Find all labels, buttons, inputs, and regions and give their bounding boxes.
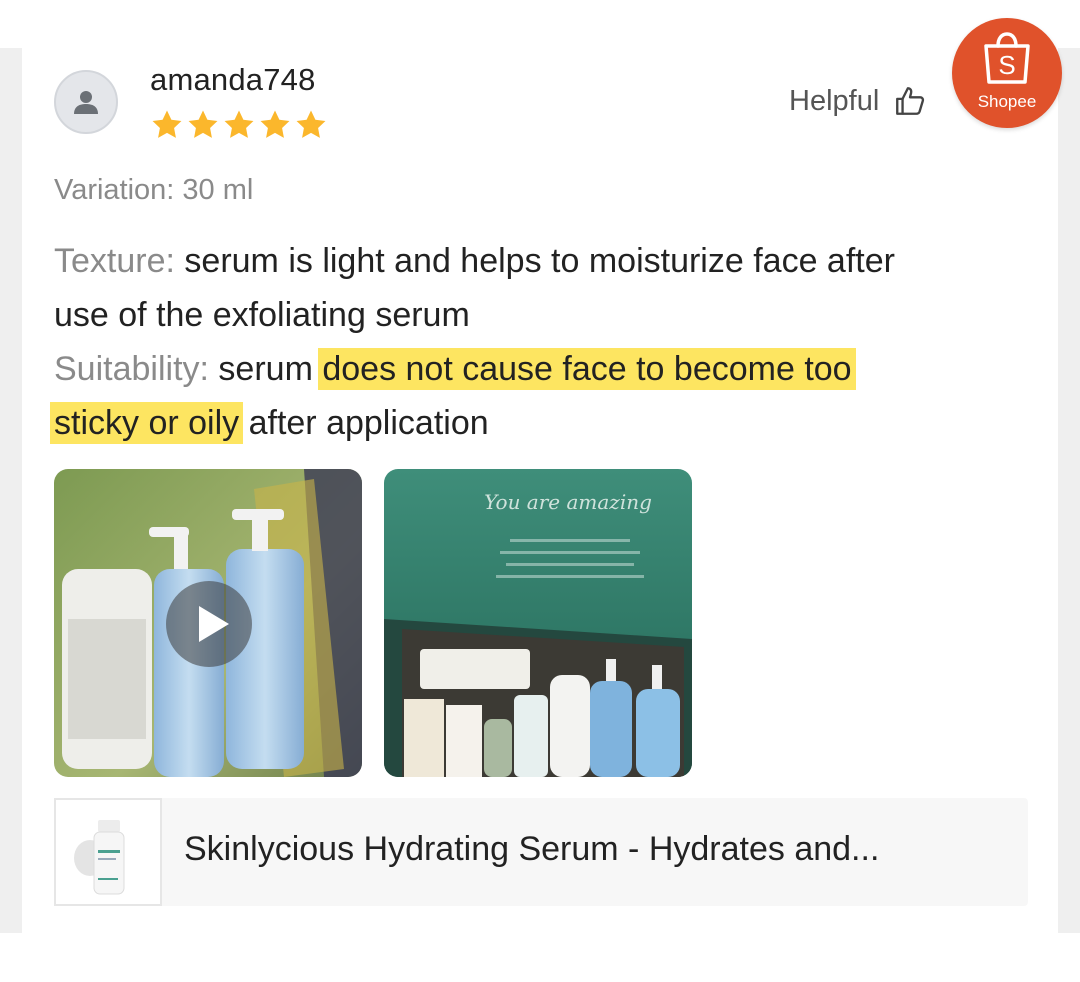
star-icon — [188, 110, 218, 138]
box-script-text: You are amazing — [484, 490, 652, 514]
shopee-logo-badge: S Shopee — [952, 18, 1062, 128]
star-icon — [296, 110, 326, 138]
shopee-brand-text: Shopee — [977, 92, 1037, 111]
star-icon — [152, 110, 182, 138]
user-icon — [74, 91, 98, 114]
review-line-4: sticky or oily after application — [50, 396, 1044, 450]
helpful-label: Helpful — [789, 84, 880, 117]
highlight-text-2: sticky or oily — [50, 402, 244, 444]
thumbs-up-icon — [896, 87, 925, 115]
highlight-text-1: does not cause face to become too — [318, 348, 856, 390]
star-rating — [150, 108, 328, 142]
serum-bottle-image — [74, 820, 125, 895]
suitability-text-post: after application — [248, 404, 489, 442]
user-avatar[interactable] — [54, 70, 118, 134]
product-box-photo: You are amazing — [384, 469, 692, 777]
product-thumbnail — [54, 798, 162, 906]
shopee-bag-icon: S — [984, 32, 1030, 84]
texture-text-2: use of the exfoliating serum — [54, 296, 470, 334]
left-gutter — [0, 48, 22, 933]
review-line-1: Texture: serum is light and helps to moi… — [54, 234, 1044, 288]
review-photo-thumbnail[interactable]: You are amazing — [384, 469, 692, 777]
right-gutter — [1058, 48, 1080, 933]
shopee-letter: S — [998, 50, 1015, 80]
review-video-thumbnail[interactable] — [54, 469, 362, 777]
suitability-text-pre: serum — [218, 350, 313, 388]
helpful-button[interactable]: Helpful — [789, 84, 927, 118]
texture-label: Texture: — [54, 242, 175, 280]
suitability-label: Suitability: — [54, 350, 209, 388]
review-text: Texture: serum is light and helps to moi… — [50, 234, 1044, 450]
reviewer-username[interactable]: amanda748 — [150, 62, 316, 98]
variation-text: Variation: 30 ml — [54, 174, 254, 206]
review-line-2: use of the exfoliating serum — [54, 288, 1044, 342]
star-icon — [260, 110, 290, 138]
product-name: Skinlycious Hydrating Serum - Hydrates a… — [184, 830, 880, 868]
texture-text-1: serum is light and helps to moisturize f… — [184, 242, 895, 280]
star-icon — [224, 110, 254, 138]
review-line-3: Suitability: serum does not cause face t… — [54, 342, 1044, 396]
product-link-row[interactable]: Skinlycious Hydrating Serum - Hydrates a… — [54, 798, 1028, 906]
play-icon[interactable] — [166, 581, 252, 667]
